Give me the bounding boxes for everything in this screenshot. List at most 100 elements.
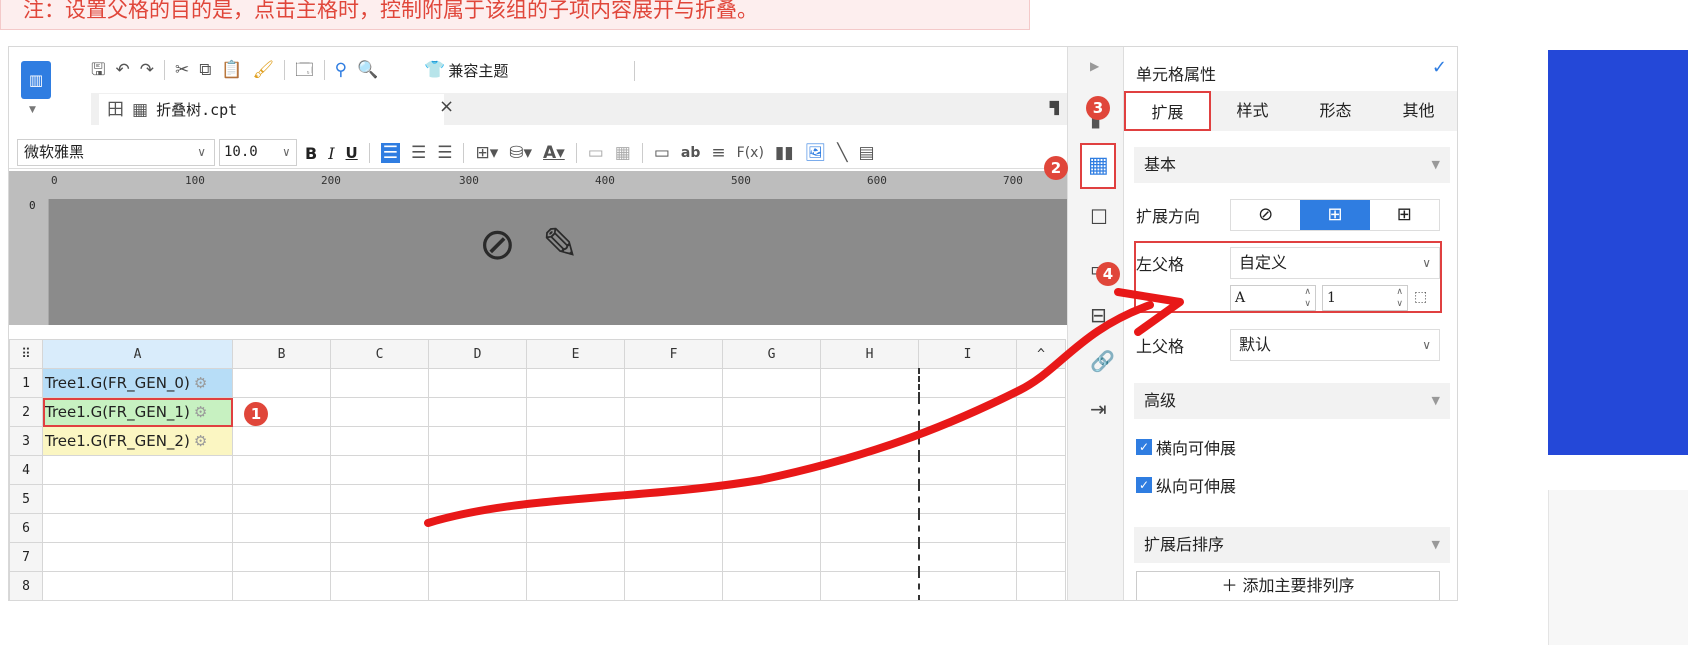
pencil-icon[interactable]: ✎	[542, 219, 579, 270]
italic-button[interactable]: I	[328, 144, 334, 163]
cell[interactable]	[42, 455, 233, 485]
eye-slash-icon[interactable]: ⊘	[479, 219, 516, 270]
condition-icon[interactable]: ⊟	[1090, 303, 1107, 327]
cell[interactable]	[722, 571, 821, 600]
cell[interactable]	[820, 368, 920, 398]
close-tab-icon[interactable]: ×	[439, 96, 454, 117]
text-ab-icon[interactable]: ab	[681, 143, 700, 163]
column-header[interactable]: A	[42, 339, 233, 369]
row-header[interactable]: 2	[9, 397, 43, 427]
cell[interactable]	[1016, 484, 1066, 514]
cell[interactable]	[232, 571, 331, 600]
merge-cells-icon[interactable]: ▭	[588, 143, 604, 163]
cell[interactable]	[330, 542, 429, 572]
cell[interactable]	[1016, 571, 1066, 600]
cell[interactable]	[526, 571, 625, 600]
save-icon[interactable]: 🖫	[91, 60, 105, 80]
cell[interactable]	[624, 571, 723, 600]
spinner-icon[interactable]: ∧ ∨	[1304, 286, 1311, 310]
cell[interactable]	[428, 542, 527, 572]
file-tab[interactable]: 田 ▦ 折叠树.cpt ×	[99, 94, 454, 125]
cell[interactable]	[624, 397, 723, 427]
cell-attributes-tab[interactable]: ▦	[1080, 143, 1116, 189]
cell[interactable]	[722, 542, 821, 572]
undo-icon[interactable]: ↶	[115, 60, 129, 80]
logo-dropdown-icon[interactable]: ▼	[29, 105, 36, 115]
compat-theme-button[interactable]: 👕 兼容主题	[424, 60, 508, 81]
cell[interactable]	[624, 368, 723, 398]
horizontal-expand-icon[interactable]: ⊞	[1370, 200, 1439, 230]
left-parent-select[interactable]: 自定义 ∨	[1230, 247, 1440, 279]
cell[interactable]	[918, 368, 1017, 398]
cell[interactable]	[820, 455, 920, 485]
cell[interactable]	[232, 426, 331, 456]
cell[interactable]	[722, 513, 821, 543]
cell[interactable]	[722, 397, 821, 427]
chart-icon[interactable]: ▮▮	[775, 143, 794, 163]
cell[interactable]	[624, 455, 723, 485]
align-left-icon[interactable]: ☰	[380, 143, 400, 163]
cell[interactable]	[820, 542, 920, 572]
cell[interactable]	[918, 397, 1017, 427]
add-primary-sort-button[interactable]: ＋ 添加主要排列序	[1136, 571, 1440, 600]
text-field-icon[interactable]: ▭	[654, 143, 670, 163]
format-painter-icon[interactable]: 🖌	[253, 60, 275, 80]
cell[interactable]	[330, 426, 429, 456]
cell[interactable]	[428, 571, 527, 600]
column-header[interactable]: C	[330, 339, 429, 369]
cell[interactable]	[232, 513, 331, 543]
column-header[interactable]: I	[918, 339, 1017, 369]
tab-expand[interactable]: 扩展	[1124, 91, 1211, 131]
cell-a3[interactable]: Tree1.G(FR_GEN_2) ⚙	[42, 426, 233, 456]
spinner-icon[interactable]: ∧ ∨	[1396, 286, 1403, 310]
border-icon[interactable]: ⊞▾	[475, 143, 498, 163]
cell[interactable]	[1016, 426, 1066, 456]
row-header[interactable]: 4	[9, 455, 43, 485]
cell[interactable]	[330, 484, 429, 514]
cell[interactable]	[526, 426, 625, 456]
cell[interactable]	[330, 368, 429, 398]
cell[interactable]	[232, 455, 331, 485]
cell-picker-icon[interactable]: ⬚	[1414, 287, 1427, 307]
data-entry-icon[interactable]: ⇥	[1090, 397, 1107, 421]
cell[interactable]	[42, 571, 233, 600]
cell-a2[interactable]: Tree1.G(FR_GEN_1) ⚙	[42, 397, 233, 427]
image-icon[interactable]: 🖼	[805, 143, 827, 163]
paste-icon[interactable]: 📋	[221, 60, 242, 80]
cell[interactable]	[428, 513, 527, 543]
cell[interactable]	[624, 484, 723, 514]
left-parent-column-input[interactable]: A ∧ ∨	[1230, 285, 1316, 311]
cell[interactable]	[42, 513, 233, 543]
cell[interactable]	[820, 513, 920, 543]
column-header[interactable]: E	[526, 339, 625, 369]
cell[interactable]	[526, 368, 625, 398]
underline-button[interactable]: U	[346, 144, 358, 162]
cell[interactable]	[820, 397, 920, 427]
cell[interactable]	[428, 426, 527, 456]
cell[interactable]	[722, 455, 821, 485]
select-all-corner[interactable]: ⠿	[9, 339, 43, 369]
vertical-expand-icon[interactable]: ⊞	[1300, 200, 1370, 230]
cell[interactable]	[1016, 455, 1066, 485]
cell[interactable]	[918, 513, 1017, 543]
row-header[interactable]: 5	[9, 484, 43, 514]
row-header[interactable]: 1	[9, 368, 43, 398]
cell[interactable]	[820, 571, 920, 600]
template-dataset-icon[interactable]: 🗔	[295, 60, 313, 80]
cell-style-icon[interactable]: ☐	[1090, 205, 1108, 229]
cell[interactable]	[232, 368, 331, 398]
align-center-icon[interactable]: ☰	[411, 143, 426, 163]
cell[interactable]	[918, 571, 1017, 600]
cell[interactable]	[1016, 542, 1066, 572]
top-parent-select[interactable]: 默认 ∨	[1230, 329, 1440, 361]
cell[interactable]	[722, 368, 821, 398]
vertical-expand-checkbox[interactable]: ✓ 纵向可伸展	[1136, 473, 1236, 497]
formula-icon[interactable]: F(x)	[737, 143, 764, 163]
cell[interactable]	[232, 542, 331, 572]
tab-menu-icon[interactable]: ▜	[1050, 101, 1059, 115]
font-family-select[interactable]: 微软雅黑 ∨	[17, 139, 215, 166]
horizontal-expand-checkbox[interactable]: ✓ 横向可伸展	[1136, 435, 1236, 459]
section-basic[interactable]: 基本 ▼	[1134, 147, 1450, 183]
scroll-up-icon[interactable]: ^	[1016, 339, 1066, 369]
cell[interactable]	[624, 513, 723, 543]
